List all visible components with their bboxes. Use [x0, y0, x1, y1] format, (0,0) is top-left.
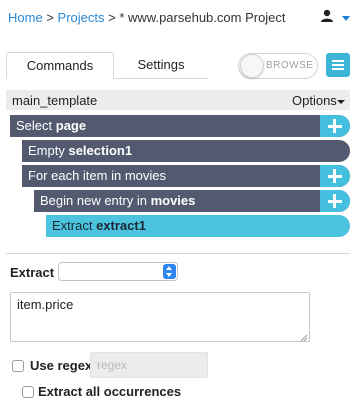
- command-label: Extract: [52, 218, 97, 233]
- extract-label: Extract: [10, 265, 55, 280]
- add-command-button[interactable]: [320, 165, 350, 187]
- add-command-button[interactable]: [320, 190, 350, 212]
- divider: [6, 253, 350, 254]
- browse-toggle-label: BROWSE: [266, 60, 314, 71]
- hamburger-icon-bar: [332, 68, 344, 70]
- command-extract-selected[interactable]: Extract extract1: [46, 215, 350, 237]
- resize-grip-icon[interactable]: [298, 330, 308, 342]
- command-label: Begin new entry in: [40, 193, 151, 208]
- extract-expression-textarea[interactable]: item.price: [10, 292, 310, 342]
- breadcrumb-home-link[interactable]: Home: [8, 10, 43, 25]
- command-label: Empty: [28, 143, 69, 158]
- hamburger-icon-bar: [332, 64, 344, 66]
- command-target: movies: [124, 168, 167, 183]
- command-target: extract1: [96, 218, 146, 233]
- tab-settings[interactable]: Settings: [114, 52, 208, 78]
- command-target: selection1: [68, 143, 133, 158]
- extract-type-select[interactable]: [58, 262, 178, 281]
- regex-input[interactable]: regex: [90, 352, 208, 378]
- command-target: movies: [150, 193, 196, 208]
- command-label: For each item in: [28, 168, 125, 183]
- select-arrows-icon[interactable]: [163, 264, 176, 279]
- command-select-page[interactable]: Select page: [10, 115, 350, 137]
- command-begin-new-entry[interactable]: Begin new entry in movies: [34, 190, 350, 212]
- browse-toggle-knob[interactable]: [240, 54, 264, 78]
- caret-down-icon[interactable]: [342, 16, 350, 21]
- breadcrumb: Home > Projects > * www.parsehub.com Pro…: [8, 10, 286, 25]
- breadcrumb-separator: >: [108, 10, 116, 25]
- add-command-button[interactable]: [320, 115, 350, 137]
- command-for-each[interactable]: For each item in movies: [22, 165, 350, 187]
- breadcrumb-projects-link[interactable]: Projects: [58, 10, 105, 25]
- extract-all-checkbox[interactable]: [22, 386, 34, 398]
- command-target: page: [55, 118, 87, 133]
- command-label: Select: [16, 118, 56, 133]
- breadcrumb-current-project: * www.parsehub.com Project: [119, 10, 286, 25]
- command-empty-selection[interactable]: Empty selection1: [22, 140, 350, 162]
- template-name: main_template: [12, 93, 98, 108]
- extract-all-label: Extract all occurrences: [38, 384, 182, 399]
- menu-button[interactable]: [326, 53, 350, 77]
- breadcrumb-separator: >: [46, 10, 54, 25]
- template-options-dropdown[interactable]: Options: [292, 93, 337, 108]
- tab-commands[interactable]: Commands: [6, 52, 114, 79]
- use-regex-checkbox[interactable]: [12, 360, 24, 372]
- hamburger-icon: [332, 60, 344, 62]
- caret-down-icon[interactable]: [337, 100, 345, 104]
- user-icon[interactable]: [320, 9, 336, 25]
- use-regex-label: Use regex: [30, 358, 93, 373]
